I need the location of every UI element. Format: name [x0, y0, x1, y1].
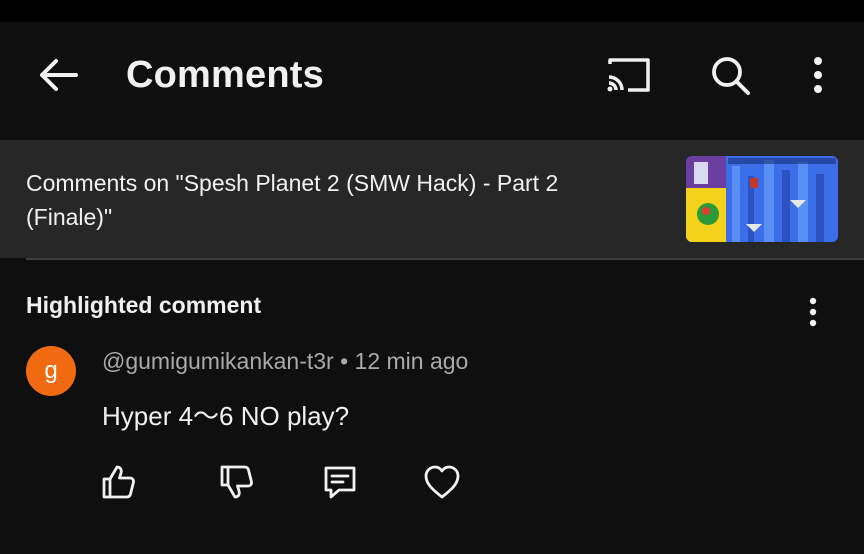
cast-icon	[604, 55, 652, 95]
thumbs-down-icon	[217, 463, 255, 501]
search-button[interactable]	[702, 52, 758, 98]
like-button[interactable]	[96, 460, 140, 504]
page-title: Comments	[126, 54, 324, 96]
heart-icon	[423, 464, 461, 500]
back-button[interactable]	[30, 52, 86, 98]
avatar[interactable]: g	[26, 346, 76, 396]
heart-button[interactable]	[420, 460, 464, 504]
comment-text: Hyper 4〜6 NO play?	[102, 401, 350, 431]
highlighted-comment-label: Highlighted comment	[26, 292, 262, 318]
comment-more-button[interactable]	[796, 292, 830, 332]
more-options-button[interactable]	[798, 52, 838, 98]
search-icon	[708, 53, 752, 97]
arrow-left-icon	[36, 57, 80, 93]
more-vertical-icon	[808, 297, 818, 327]
video-thumbnail[interactable]	[686, 156, 838, 242]
more-vertical-icon	[812, 56, 824, 94]
comment-author-meta[interactable]: @gumigumikankan-t3r • 12 min ago	[102, 348, 468, 375]
video-caption: Comments on "Spesh Planet 2 (SMW Hack) -…	[26, 170, 559, 230]
dislike-button[interactable]	[214, 460, 258, 504]
thumbs-up-icon	[99, 463, 137, 501]
reply-comment-icon	[321, 463, 359, 501]
divider	[26, 258, 864, 260]
status-bar	[0, 0, 864, 22]
cast-button[interactable]	[600, 52, 656, 98]
reply-button[interactable]	[318, 460, 362, 504]
video-banner[interactable]: Comments on "Spesh Planet 2 (SMW Hack) -…	[0, 140, 864, 258]
app-bar: Comments	[0, 22, 864, 140]
